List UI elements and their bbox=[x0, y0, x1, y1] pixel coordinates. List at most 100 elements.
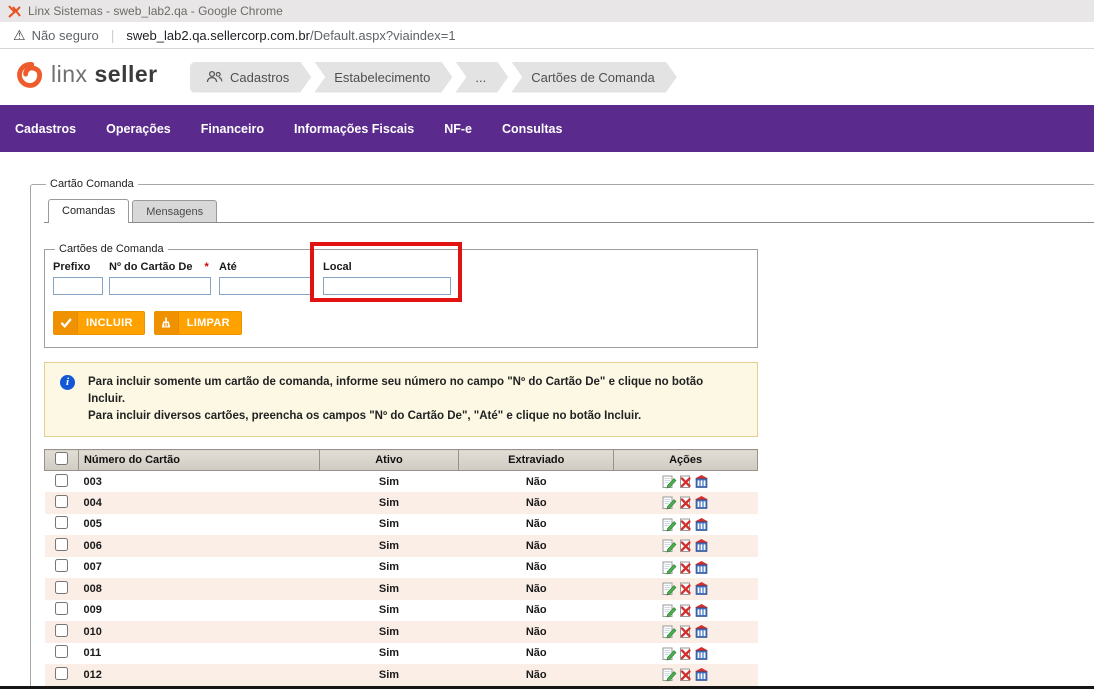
security-label[interactable]: Não seguro bbox=[32, 28, 99, 43]
tab-mensagens[interactable]: Mensagens bbox=[132, 200, 218, 222]
delete-icon[interactable] bbox=[678, 474, 693, 489]
row-checkbox[interactable] bbox=[54, 559, 68, 573]
ativo-cell: Sim bbox=[378, 561, 400, 574]
incluir-button[interactable]: INCLUIR bbox=[53, 311, 145, 335]
edit-icon[interactable] bbox=[662, 624, 677, 639]
edit-icon[interactable] bbox=[662, 474, 677, 489]
extraviado-cell: Não bbox=[525, 475, 547, 488]
nav-item-operacoes[interactable]: Operações bbox=[91, 122, 186, 136]
row-checkbox[interactable] bbox=[54, 645, 68, 659]
delete-icon[interactable] bbox=[678, 624, 693, 639]
ate-label: Até bbox=[219, 261, 237, 273]
table-row: 007 Sim Não bbox=[45, 557, 758, 579]
edit-icon[interactable] bbox=[662, 560, 677, 575]
nav-item-cadastros[interactable]: Cadastros bbox=[0, 122, 91, 136]
lost-card-icon[interactable] bbox=[694, 581, 709, 596]
card-number-cell: 010 bbox=[78, 621, 320, 643]
lost-card-icon[interactable] bbox=[694, 624, 709, 639]
header-numero: Número do Cartão bbox=[77, 449, 320, 471]
window-titlebar: Linx Sistemas - sweb_lab2.qa - Google Ch… bbox=[0, 0, 1094, 22]
breadcrumb: Cadastros Estabelecimento ... Cartões de… bbox=[190, 62, 680, 93]
linx-seller-logo: linx seller bbox=[16, 61, 184, 94]
ativo-cell: Sim bbox=[319, 578, 459, 600]
lost-card-icon[interactable] bbox=[694, 560, 709, 575]
logo-text-seller: seller bbox=[94, 60, 158, 87]
delete-icon[interactable] bbox=[678, 517, 693, 532]
select-all-checkbox[interactable] bbox=[54, 452, 68, 465]
breadcrumb-label: Cadastros bbox=[230, 69, 290, 85]
linx-swirl-icon bbox=[16, 61, 44, 94]
extraviado-cell: Não bbox=[458, 535, 614, 557]
delete-icon[interactable] bbox=[678, 581, 693, 596]
nav-item-financeiro[interactable]: Financeiro bbox=[186, 122, 279, 136]
delete-icon[interactable] bbox=[678, 560, 693, 575]
ativo-cell: Sim bbox=[378, 518, 400, 531]
extraviado-cell: Não bbox=[525, 647, 547, 660]
row-actions bbox=[614, 495, 758, 510]
delete-icon[interactable] bbox=[678, 538, 693, 553]
breadcrumb-item-cadastros[interactable]: Cadastros bbox=[190, 62, 311, 93]
row-checkbox[interactable] bbox=[54, 494, 68, 508]
logo-text-linx: linx bbox=[51, 60, 88, 87]
incluir-button-label: INCLUIR bbox=[86, 317, 133, 329]
edit-icon[interactable] bbox=[662, 646, 677, 661]
header-acoes: Ações bbox=[613, 449, 758, 471]
delete-icon[interactable] bbox=[678, 495, 693, 510]
tab-comandas[interactable]: Comandas bbox=[48, 199, 130, 223]
form-buttons: INCLUIR LIMPAR bbox=[53, 311, 749, 335]
url-path: /Default.aspx?viaindex=1 bbox=[309, 27, 456, 43]
form-fields: Prefixo Nº do Cartão De * Até Local bbox=[53, 261, 749, 295]
card-number-cell: 005 bbox=[83, 518, 102, 531]
table-row: 006 Sim Não bbox=[44, 535, 758, 557]
row-checkbox[interactable] bbox=[54, 473, 68, 487]
prefixo-field-group: Prefixo bbox=[53, 261, 109, 295]
delete-icon[interactable] bbox=[678, 667, 693, 682]
card-number-cell: 011 bbox=[83, 647, 102, 660]
ativo-cell: Sim bbox=[378, 604, 400, 617]
local-input[interactable] bbox=[323, 277, 451, 295]
row-checkbox[interactable] bbox=[54, 516, 68, 530]
delete-icon[interactable] bbox=[678, 646, 693, 661]
nav-item-consultas[interactable]: Consultas bbox=[487, 122, 577, 136]
lost-card-icon[interactable] bbox=[694, 517, 709, 532]
address-bar[interactable]: ⚠ Não seguro | sweb_lab2.qa.sellercorp.c… bbox=[0, 22, 1094, 49]
edit-icon[interactable] bbox=[662, 603, 677, 618]
lost-card-icon[interactable] bbox=[694, 667, 709, 682]
row-checkbox[interactable] bbox=[54, 602, 68, 616]
breadcrumb-item-ellipsis[interactable]: ... bbox=[455, 62, 508, 93]
lost-card-icon[interactable] bbox=[694, 603, 709, 618]
lost-card-icon[interactable] bbox=[694, 495, 709, 510]
card-number-cell: 003 bbox=[83, 475, 102, 488]
breadcrumb-item-estabelecimento[interactable]: Estabelecimento bbox=[314, 62, 452, 93]
row-actions bbox=[614, 624, 758, 639]
numero-de-input[interactable] bbox=[109, 277, 211, 295]
limpar-button[interactable]: LIMPAR bbox=[153, 311, 242, 335]
delete-icon[interactable] bbox=[678, 603, 693, 618]
table-row: 009 Sim Não bbox=[45, 600, 758, 622]
table-row: 008 Sim Não bbox=[44, 578, 758, 600]
nav-item-informacoes-fiscais[interactable]: Informações Fiscais bbox=[279, 122, 429, 136]
edit-icon[interactable] bbox=[662, 667, 677, 682]
not-secure-warning-icon[interactable]: ⚠ bbox=[13, 28, 26, 42]
edit-icon[interactable] bbox=[662, 581, 677, 596]
prefixo-input[interactable] bbox=[53, 277, 103, 295]
url-text[interactable]: sweb_lab2.qa.sellercorp.com.br/Default.a… bbox=[126, 28, 455, 43]
breadcrumb-item-cartoes-de-comanda[interactable]: Cartões de Comanda bbox=[511, 62, 677, 93]
required-asterisk: * bbox=[204, 261, 209, 273]
row-checkbox[interactable] bbox=[54, 623, 68, 637]
limpar-button-label: LIMPAR bbox=[186, 317, 230, 329]
local-label: Local bbox=[323, 261, 352, 273]
table-header-row: Número do Cartão Ativo Extraviado Ações bbox=[44, 449, 758, 471]
ate-input[interactable] bbox=[219, 277, 311, 295]
lost-card-icon[interactable] bbox=[694, 538, 709, 553]
edit-icon[interactable] bbox=[662, 495, 677, 510]
edit-icon[interactable] bbox=[662, 517, 677, 532]
numero-de-field-group: Nº do Cartão De * bbox=[109, 261, 219, 295]
lost-card-icon[interactable] bbox=[694, 474, 709, 489]
edit-icon[interactable] bbox=[662, 538, 677, 553]
nav-item-nfe[interactable]: NF-e bbox=[429, 122, 487, 136]
row-checkbox[interactable] bbox=[54, 537, 68, 551]
lost-card-icon[interactable] bbox=[694, 646, 709, 661]
row-checkbox[interactable] bbox=[54, 666, 68, 680]
row-checkbox[interactable] bbox=[54, 580, 68, 594]
